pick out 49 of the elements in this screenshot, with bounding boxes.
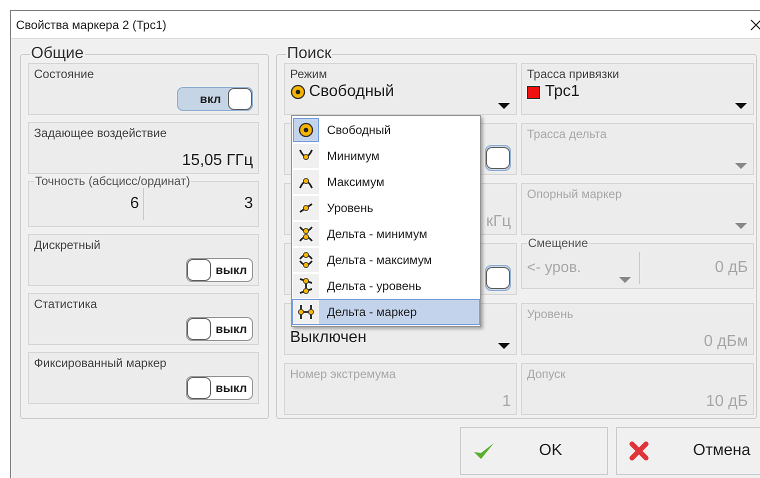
toggle-switch[interactable]	[485, 145, 511, 171]
setting-label: Дискретный	[34, 238, 102, 252]
mode-option[interactable]: Максимум	[292, 169, 480, 195]
trace-select[interactable]: Трасса привязки Трс1	[521, 63, 754, 115]
toggle-switch[interactable]	[485, 265, 511, 291]
caret-icon	[498, 343, 510, 349]
setting-value[interactable]: 6	[34, 195, 139, 213]
caret-icon	[735, 163, 747, 169]
setting-value[interactable]: 15,05 ГГц	[182, 152, 253, 170]
caret-icon	[735, 103, 747, 109]
toggle-switch[interactable]: выкл	[186, 258, 253, 282]
close-icon[interactable]	[750, 18, 760, 30]
toggle-switch[interactable]: вкл	[176, 87, 253, 111]
group-title: Общие	[30, 45, 85, 63]
setting-label: Состояние	[34, 67, 95, 81]
double-peak-icon	[298, 251, 314, 269]
setting-value[interactable]: 3	[148, 195, 253, 213]
setting-label: Допуск	[527, 367, 567, 381]
mode-option[interactable]: Дельта - максимум	[292, 247, 480, 273]
mode-option[interactable]: Свободный	[292, 117, 480, 143]
setting-label: Фиксированный маркер	[34, 356, 168, 370]
window-title: Свойства маркера 2 (Трс1)	[16, 18, 166, 32]
target-icon	[290, 84, 306, 100]
marker-pair-icon	[298, 303, 314, 321]
setting-label: Статистика	[34, 297, 98, 311]
ok-button[interactable]: OK	[460, 427, 608, 475]
cancel-button[interactable]: Отмена	[616, 427, 760, 475]
mode-option[interactable]: Дельта - уровень	[292, 273, 480, 299]
toggle-switch[interactable]: выкл	[186, 376, 253, 400]
mode-option[interactable]: Уровень	[292, 195, 480, 221]
checkmark-icon	[473, 441, 495, 461]
caret-icon	[735, 223, 747, 229]
mode-option[interactable]: Минимум	[292, 143, 480, 169]
group-title: Поиск	[286, 45, 332, 63]
caret-icon	[619, 276, 631, 282]
setting-label: Смещение	[527, 236, 590, 250]
close-icon	[629, 441, 649, 461]
unit-label: кГц	[486, 213, 511, 231]
mode-option[interactable]: Дельта - маркер	[292, 299, 480, 325]
double-valley-icon	[298, 225, 314, 243]
target-icon	[298, 122, 314, 138]
mode-option[interactable]: Дельта - минимум	[292, 221, 480, 247]
setting-label: Задающее воздействие	[34, 126, 168, 140]
double-slope-icon	[298, 277, 314, 295]
setting-label: Номер экстремума	[290, 367, 397, 381]
setting-label: Уровень	[527, 307, 574, 321]
caret-icon	[498, 103, 510, 109]
toggle-switch[interactable]: выкл	[186, 317, 253, 341]
setting-label: Точность (абсцисс/ординат)	[34, 174, 192, 188]
